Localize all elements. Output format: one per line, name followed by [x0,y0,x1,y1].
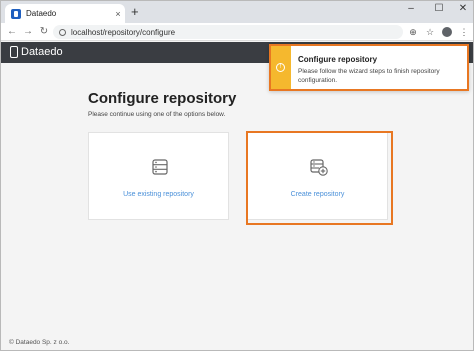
site-info-icon[interactable] [59,28,66,36]
bookmark-star-icon[interactable]: ☆ [424,26,436,38]
browser-toolbar: ← → ↻ localhost/repository/configure ⊕ ☆… [1,23,473,41]
menu-kebab-icon[interactable]: ⋮ [458,26,470,38]
new-tab-button[interactable]: + [131,4,139,20]
profile-avatar[interactable] [442,27,452,37]
dataedo-logo: Dataedo [10,46,63,58]
page-title: Configure repository [88,90,237,107]
cast-icon[interactable]: ⊕ [407,26,419,38]
back-arrow-icon[interactable]: ← [6,25,18,39]
footer-copyright: © Dataedo Sp. z o.o. [9,339,70,346]
page-subtitle: Please continue using one of the options… [88,111,226,118]
use-existing-repository-card[interactable]: Use existing repository [88,132,229,220]
create-repository-card[interactable]: Create repository [246,131,393,225]
browser-window: Dataedo × + – ☐ ✕ ← → ↻ localhost/reposi… [0,0,474,351]
reload-icon[interactable]: ↻ [38,25,50,39]
forward-arrow-icon[interactable]: → [22,25,34,39]
close-window-button[interactable]: ✕ [456,3,470,14]
tab-strip: Dataedo × + – ☐ ✕ [1,1,473,23]
tab-close-icon[interactable]: × [111,9,125,19]
notification-toast[interactable]: ! Configure repository Please follow the… [269,44,469,91]
dataedo-favicon-icon [11,8,21,19]
toast-title: Configure repository [298,55,378,64]
create-repository-label: Create repository [290,191,345,198]
toast-message: Please follow the wizard steps to finish… [298,68,440,84]
toast-accent-bar: ! [271,46,291,89]
url-text: localhost/repository/configure [71,27,176,37]
logo-mark-icon [10,46,18,58]
logo-text: Dataedo [21,46,63,58]
warning-icon: ! [276,63,285,72]
address-bar[interactable]: localhost/repository/configure [53,25,403,39]
tab-title: Dataedo [26,9,57,18]
database-list-icon [152,159,168,175]
minimize-button[interactable]: – [404,3,418,14]
maximize-button[interactable]: ☐ [432,3,446,14]
use-existing-repository-label: Use existing repository [123,191,194,198]
database-add-icon [310,159,328,176]
browser-tab[interactable]: Dataedo × [5,4,125,23]
